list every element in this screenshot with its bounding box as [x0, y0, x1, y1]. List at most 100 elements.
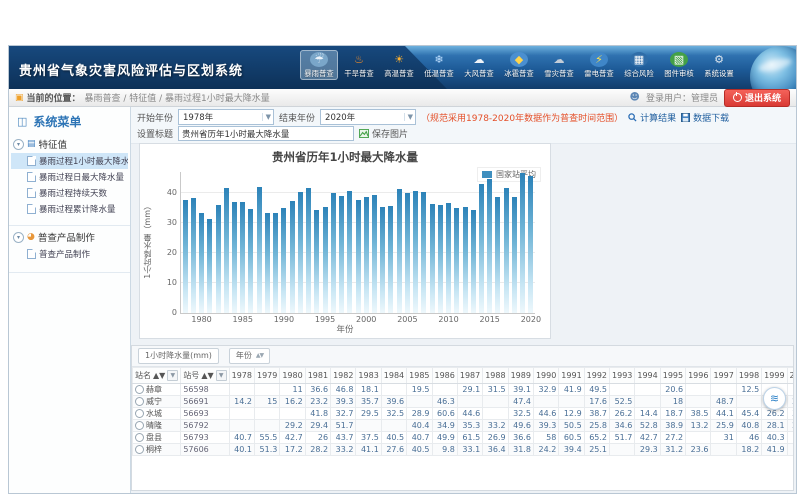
value-cell — [686, 396, 711, 408]
y-tick-label: 20 — [153, 248, 177, 257]
nav-item-label: 低温普查 — [422, 69, 457, 77]
column-header-year-1982[interactable]: 1982 — [331, 368, 356, 384]
value-cell — [381, 420, 406, 432]
nav-item-lightning[interactable]: ⚡雷电普查 — [580, 50, 618, 80]
save-image-button[interactable]: 保存图片 — [359, 127, 408, 140]
breadcrumb-bar: ▣ 当前的位置： 暴雨普查 / 特征值 / 暴雨过程1小时最大降水量 ☻ 登录用… — [9, 89, 796, 107]
sidebar-item[interactable]: 暴雨过程1小时最大降水量 — [11, 153, 128, 169]
column-header-year-1980[interactable]: 1980 — [280, 368, 305, 384]
row-radio[interactable] — [135, 445, 144, 454]
column-header-year-1991[interactable]: 1991 — [559, 368, 584, 384]
value-cell — [711, 444, 736, 456]
column-header-year-1989[interactable]: 1989 — [508, 368, 533, 384]
nav-item-wind[interactable]: ☁大风普查 — [460, 50, 498, 80]
column-header-year-1994[interactable]: 1994 — [635, 368, 660, 384]
breadcrumb[interactable]: 暴雨普查 / 特征值 / 暴雨过程1小时最大降水量 — [85, 91, 270, 104]
row-radio[interactable] — [135, 433, 144, 442]
settings-icon: ⚙ — [710, 52, 728, 67]
value-cell: 29.3 — [635, 444, 660, 456]
value-field-chip[interactable]: 1小时降水量(mm) — [138, 348, 219, 364]
row-radio[interactable] — [135, 421, 144, 430]
sidebar-item[interactable]: 暴雨过程累计降水量 — [11, 201, 128, 217]
chart-title: 贵州省历年1小时最大降水量 — [140, 149, 550, 165]
sidebar-item[interactable]: 暴雨过程日最大降水量 — [11, 169, 128, 185]
breadcrumb-label: 当前的位置： — [27, 91, 81, 104]
sort-icons[interactable]: ▲▼ — [153, 371, 165, 380]
column-header-year-1984[interactable]: 1984 — [381, 368, 406, 384]
nav-item-settings[interactable]: ⚙ 系统设置 — [700, 50, 738, 80]
year-field-chip[interactable]: 年份 ▲▼ — [229, 348, 270, 364]
value-cell — [635, 396, 660, 408]
value-cell — [229, 408, 254, 420]
column-header-year-1978[interactable]: 1978 — [229, 368, 254, 384]
filter-icon[interactable]: ▼ — [167, 370, 178, 381]
data-download-button[interactable]: 数据下载 — [681, 111, 729, 124]
row-radio[interactable] — [135, 397, 144, 406]
tree-group-pie[interactable]: ▾◕普查产品制作 — [11, 228, 128, 246]
sidebar-item[interactable]: 暴雨过程持续天数 — [11, 185, 128, 201]
filter-icon[interactable]: ▼ — [216, 370, 227, 381]
value-cell: 41.9 — [559, 384, 584, 396]
column-header-year-1997[interactable]: 1997 — [711, 368, 736, 384]
nav-item-label: 高温普查 — [382, 69, 417, 77]
nav-item-snow-disaster[interactable]: ☁雪灾普查 — [540, 50, 578, 80]
bar-1992 — [298, 192, 303, 313]
sidebar-item[interactable]: 普查产品制作 — [11, 246, 128, 262]
column-header-year-1979[interactable]: 1979 — [254, 368, 279, 384]
collapse-toggle-icon[interactable]: ▾ — [13, 232, 24, 243]
nav-item-label: 系统设置 — [702, 69, 737, 77]
chart-title-input[interactable] — [178, 126, 354, 141]
nav-item-low-temp[interactable]: ❄低温普查 — [420, 50, 458, 80]
nav-item-rainstorm[interactable]: ☔暴雨普查 — [300, 50, 338, 80]
end-year-select[interactable]: 2020年▼ — [320, 109, 416, 125]
column-header-year-1981[interactable]: 1981 — [305, 368, 330, 384]
nav-item-map-review[interactable]: ▧图件审核 — [660, 50, 698, 80]
value-cell: 12.5 — [736, 384, 761, 396]
row-radio[interactable] — [135, 385, 144, 394]
menu-icon: ◫ — [17, 115, 27, 128]
column-header-name[interactable]: 站名▲▼▼ — [133, 368, 181, 384]
column-header-year-1999[interactable]: 1999 — [762, 368, 787, 384]
globe-decoration-icon — [750, 46, 796, 89]
calculate-button[interactable]: 计算结果 — [628, 111, 676, 124]
column-header-year-2000[interactable]: 2000 — [787, 368, 793, 384]
nav-item-drought[interactable]: ♨干旱普查 — [340, 50, 378, 80]
column-header-year-1988[interactable]: 1988 — [483, 368, 508, 384]
start-year-select[interactable]: 1978年▼ — [178, 109, 274, 125]
nav-item-hail[interactable]: ◆冰雹普查 — [500, 50, 538, 80]
value-cell: 44.6 — [533, 408, 558, 420]
data-grid-widget: 1小时降水量(mm) 年份 ▲▼ 站名▲▼▼站号▲▼▼1978197919801… — [131, 345, 794, 491]
value-cell — [483, 396, 508, 408]
column-header-year-1990[interactable]: 1990 — [533, 368, 558, 384]
value-cell: 17.6 — [584, 396, 609, 408]
row-radio[interactable] — [135, 409, 144, 418]
column-header-year-1993[interactable]: 1993 — [610, 368, 635, 384]
table-scroll-area[interactable]: 站名▲▼▼站号▲▼▼197819791980198119821983198419… — [132, 367, 793, 490]
logout-button[interactable]: 退出系统 — [724, 89, 790, 107]
bar-2000 — [364, 197, 369, 313]
column-header-year-1992[interactable]: 1992 — [584, 368, 609, 384]
sort-icons[interactable]: ▲▼ — [201, 371, 213, 380]
column-header-year-1986[interactable]: 1986 — [432, 368, 457, 384]
nav-item-composite-risk[interactable]: ▦综合风险 — [620, 50, 658, 80]
tree-group-list[interactable]: ▾▤特征值 — [11, 135, 128, 153]
column-header-year-1995[interactable]: 1995 — [660, 368, 685, 384]
refresh-floating-button[interactable]: ≋ — [763, 387, 786, 410]
column-header-year-1996[interactable]: 1996 — [686, 368, 711, 384]
column-header-year-1985[interactable]: 1985 — [407, 368, 432, 384]
value-cell: 25.8 — [584, 420, 609, 432]
column-header-year-1983[interactable]: 1983 — [356, 368, 381, 384]
sidebar-title: ◫ 系统菜单 — [9, 107, 130, 135]
tree-group-label: 普查产品制作 — [38, 230, 95, 244]
nav-item-high-temp[interactable]: ☀高温普查 — [380, 50, 418, 80]
y-tick-label: 30 — [153, 218, 177, 227]
value-cell — [381, 384, 406, 396]
value-cell: 34.9 — [432, 420, 457, 432]
column-header-year-1987[interactable]: 1987 — [457, 368, 482, 384]
column-header-year-1998[interactable]: 1998 — [736, 368, 761, 384]
collapse-toggle-icon[interactable]: ▾ — [13, 139, 24, 150]
bar-1983 — [224, 188, 229, 313]
value-cell: 26.9 — [483, 432, 508, 444]
column-header-id[interactable]: 站号▲▼▼ — [181, 368, 229, 384]
login-user-label: 登录用户：管理员 — [646, 91, 718, 104]
